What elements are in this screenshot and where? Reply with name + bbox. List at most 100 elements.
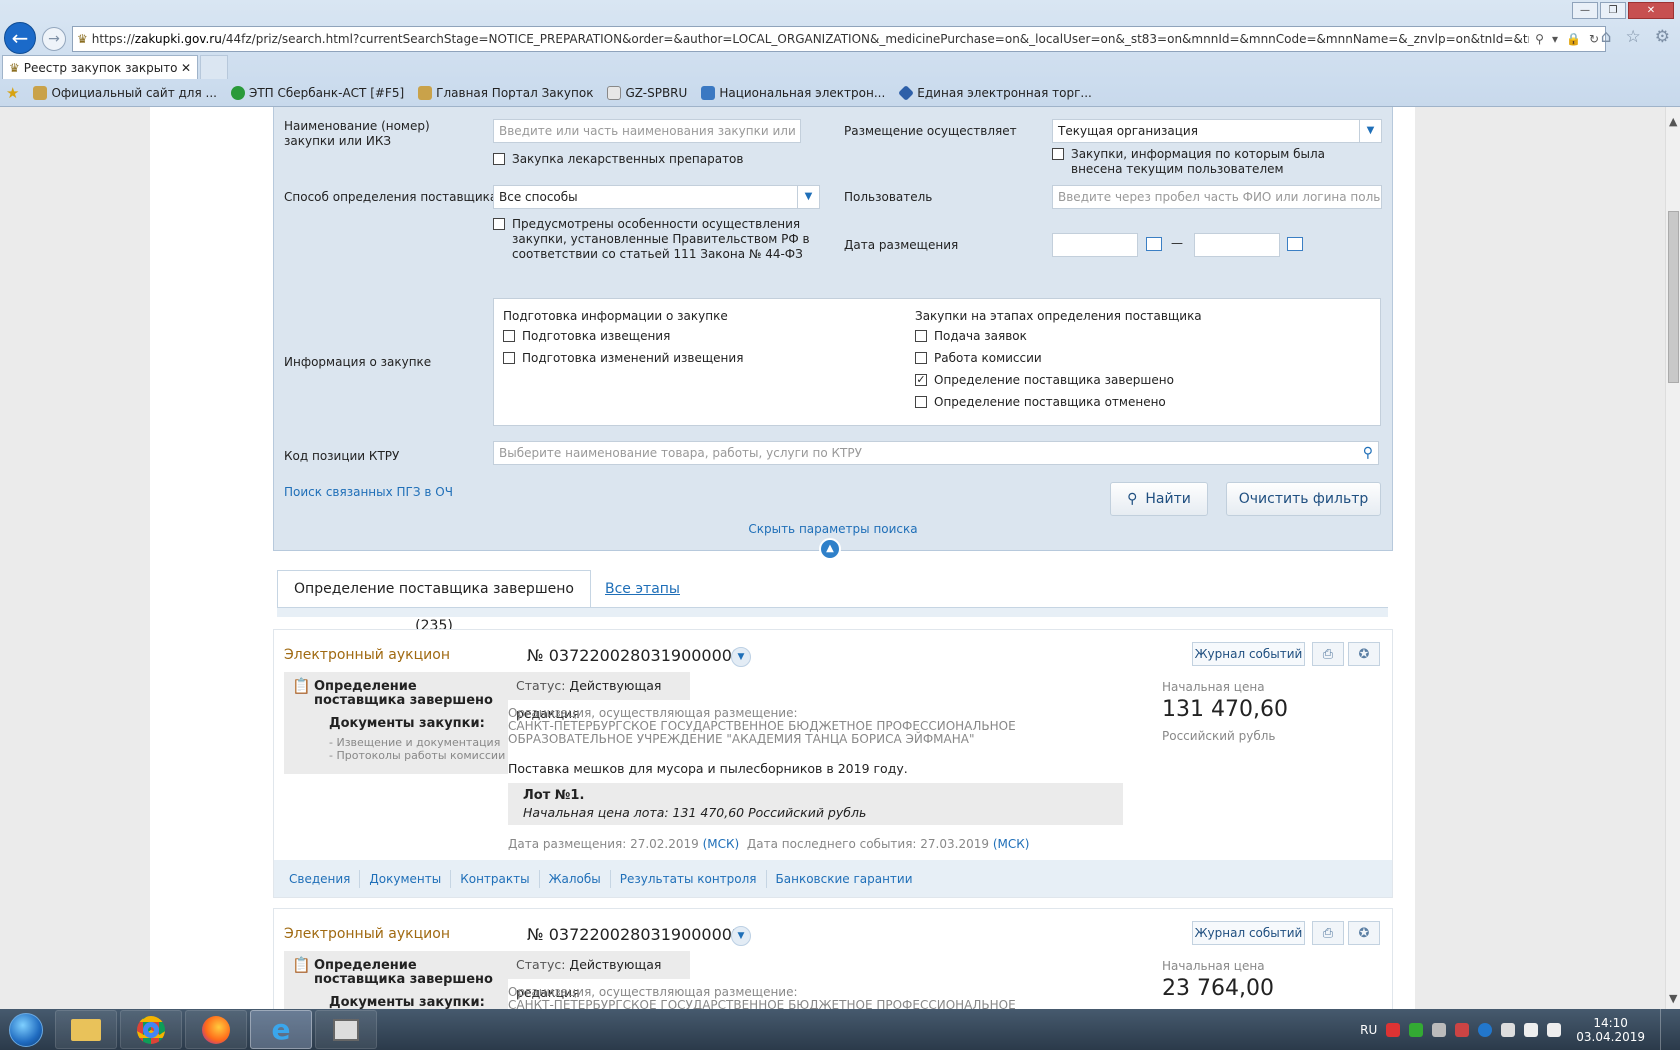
search-icon[interactable]: ⚲ — [1535, 32, 1544, 46]
close-tab-icon[interactable]: ✕ — [181, 61, 191, 75]
vertical-scrollbar[interactable]: ▲ ▼ — [1665, 107, 1680, 1009]
link-guarantees[interactable]: Банковские гарантии — [767, 870, 922, 888]
taskbar-app[interactable] — [315, 1010, 377, 1049]
checkbox-box[interactable] — [503, 352, 515, 364]
search-icon[interactable]: ⚲ — [1363, 442, 1373, 464]
checkbox-box[interactable] — [1052, 148, 1064, 160]
date-from-input[interactable] — [1052, 233, 1138, 257]
user-input[interactable]: Введите через пробел часть ФИО или логин… — [1052, 185, 1382, 209]
lock-icon[interactable]: 🔒 — [1566, 32, 1581, 46]
name-input[interactable]: Введите или часть наименования закупки и… — [493, 119, 801, 143]
related-search-link[interactable]: Поиск связанных ПГЗ в ОЧ — [284, 485, 453, 500]
favorite-item[interactable]: Официальный сайт для ... — [33, 86, 217, 100]
chevron-down-icon[interactable]: ▼ — [731, 647, 751, 667]
checkbox-box[interactable] — [915, 352, 927, 364]
checkbox-box[interactable] — [493, 218, 505, 230]
chevron-down-icon[interactable]: ▼ — [731, 926, 751, 946]
checkbox-box[interactable] — [493, 153, 505, 165]
browser-tab[interactable]: ♛ Реестр закупок закрытой ... ✕ — [2, 55, 198, 79]
calendar-icon[interactable] — [1146, 237, 1162, 251]
taskbar-chrome[interactable] — [120, 1010, 182, 1049]
print-icon[interactable]: ⎙ — [1312, 921, 1344, 945]
method-select[interactable]: Все способы ▼ — [493, 185, 820, 209]
taskbar-explorer[interactable] — [55, 1010, 117, 1049]
link-complaints[interactable]: Жалобы — [540, 869, 611, 888]
antivirus-icon[interactable] — [1386, 1022, 1401, 1037]
dropdown-icon[interactable]: ▾ — [1552, 32, 1558, 46]
language-indicator[interactable]: RU — [1360, 1023, 1377, 1037]
address-bar[interactable]: ♛ https://zakupki.gov.ru/44fz/priz/searc… — [72, 26, 1606, 52]
event-journal-button[interactable]: Журнал событий — [1192, 921, 1305, 945]
home-icon[interactable]: ⌂ — [1601, 27, 1612, 47]
org-name[interactable]: САНКТ-ПЕТЕРБУРГСКОЕ ГОСУДАРСТВЕННОЕ БЮДЖ… — [508, 999, 1098, 1010]
refresh-icon[interactable]: ↻ — [1589, 32, 1599, 46]
scroll-down-icon[interactable]: ▼ — [1669, 992, 1677, 1005]
taskbar-firefox[interactable] — [185, 1010, 247, 1049]
scroll-thumb[interactable] — [1668, 211, 1679, 383]
taskbar-ie[interactable]: e — [250, 1010, 312, 1049]
link-details[interactable]: Сведения — [280, 869, 361, 888]
chevron-up-icon[interactable]: ▲ — [819, 538, 841, 560]
scroll-up-icon[interactable]: ▲ — [1669, 115, 1677, 128]
purchase-number[interactable]: № 0372200280319000002 — [527, 925, 742, 944]
certificate-icon[interactable]: ✪ — [1348, 642, 1380, 666]
forward-button[interactable]: → — [42, 27, 66, 51]
clear-filter-button[interactable]: Очистить фильтр — [1226, 482, 1381, 516]
minimize-button[interactable]: — — [1572, 2, 1598, 19]
mail-icon[interactable] — [1455, 1022, 1470, 1037]
ktru-input[interactable]: Выберите наименование товара, работы, ус… — [493, 441, 1379, 465]
doc-link[interactable]: - Извещение и документация — [329, 736, 500, 749]
favorite-item[interactable]: GZ-SPBRU — [607, 86, 687, 100]
favorite-item[interactable]: ЭТП Сбербанк-АСТ [#F5] — [230, 86, 404, 100]
org-name[interactable]: САНКТ-ПЕТЕРБУРГСКОЕ ГОСУДАРСТВЕННОЕ БЮДЖ… — [508, 720, 1098, 746]
chevron-down-icon[interactable]: ▼ — [1359, 120, 1381, 142]
stage-commission-checkbox[interactable]: Работа комиссии — [915, 351, 1042, 366]
checkbox-box[interactable] — [915, 330, 927, 342]
find-button[interactable]: ⚲ Найти — [1110, 482, 1208, 516]
checkbox-box[interactable] — [915, 396, 927, 408]
add-favorite-icon[interactable]: ★ — [6, 84, 19, 102]
user-changed-checkbox[interactable]: Закупки, информация по которым была внес… — [1052, 147, 1362, 177]
favorite-item[interactable]: Главная Портал Закупок — [418, 86, 593, 100]
show-desktop-button[interactable] — [1660, 1009, 1672, 1050]
url-text[interactable]: https://zakupki.gov.ru/44fz/priz/search.… — [92, 32, 1529, 46]
certificate-icon[interactable]: ✪ — [1348, 921, 1380, 945]
stage-cancelled-checkbox[interactable]: Определение поставщика отменено — [915, 395, 1166, 410]
stage-completed-checkbox[interactable]: ✓ Определение поставщика завершено — [915, 373, 1174, 388]
favorite-item[interactable]: Национальная электрон... — [701, 86, 885, 100]
checkmark-icon[interactable]: ✓ — [915, 374, 927, 386]
link-documents[interactable]: Документы — [360, 869, 452, 888]
settings-gear-icon[interactable]: ⚙ — [1655, 27, 1670, 47]
chevron-down-icon[interactable]: ▼ — [797, 186, 819, 208]
event-journal-button[interactable]: Журнал событий — [1192, 642, 1305, 666]
volume-icon[interactable] — [1547, 1022, 1562, 1037]
tz-link[interactable]: (МСК) — [703, 837, 740, 851]
print-icon[interactable]: ⎙ — [1312, 642, 1344, 666]
favorite-item[interactable]: Единая электронная торг... — [898, 85, 1092, 101]
doc-link[interactable]: - Протоколы работы комиссии — [329, 749, 505, 762]
stage-applications-checkbox[interactable]: Подача заявок — [915, 329, 1027, 344]
tz-link[interactable]: (МСК) — [993, 837, 1030, 851]
maximize-button[interactable]: ❐ — [1600, 2, 1626, 19]
prep-notice-checkbox[interactable]: Подготовка извещения — [503, 329, 670, 344]
shield-icon[interactable] — [1409, 1022, 1424, 1037]
tab-all-stages[interactable]: Все этапы — [605, 581, 680, 597]
link-contracts[interactable]: Контракты — [451, 869, 540, 888]
medicine-checkbox[interactable]: Закупка лекарственных препаратов — [493, 152, 743, 167]
new-tab-button[interactable] — [200, 55, 228, 79]
prep-change-checkbox[interactable]: Подготовка изменений извещения — [503, 351, 743, 366]
clock[interactable]: 14:10 03.04.2019 — [1576, 1016, 1645, 1044]
back-button[interactable]: ← — [4, 22, 36, 54]
tab-completed[interactable]: Определение поставщика завершено (235) — [277, 570, 591, 634]
minus-icon[interactable] — [1478, 1022, 1493, 1037]
placer-select[interactable]: Текущая организация ▼ — [1052, 119, 1382, 143]
close-window-button[interactable]: ✕ — [1628, 2, 1674, 19]
checkbox-box[interactable] — [503, 330, 515, 342]
flag-icon[interactable] — [1501, 1022, 1516, 1037]
date-to-input[interactable] — [1194, 233, 1280, 257]
special-checkbox[interactable]: Предусмотрены особенности осуществления … — [493, 217, 823, 262]
tools-icon[interactable] — [1432, 1022, 1447, 1037]
favorites-star-icon[interactable]: ☆ — [1626, 27, 1641, 47]
calendar-icon[interactable] — [1287, 237, 1303, 251]
network-icon[interactable] — [1524, 1022, 1539, 1037]
